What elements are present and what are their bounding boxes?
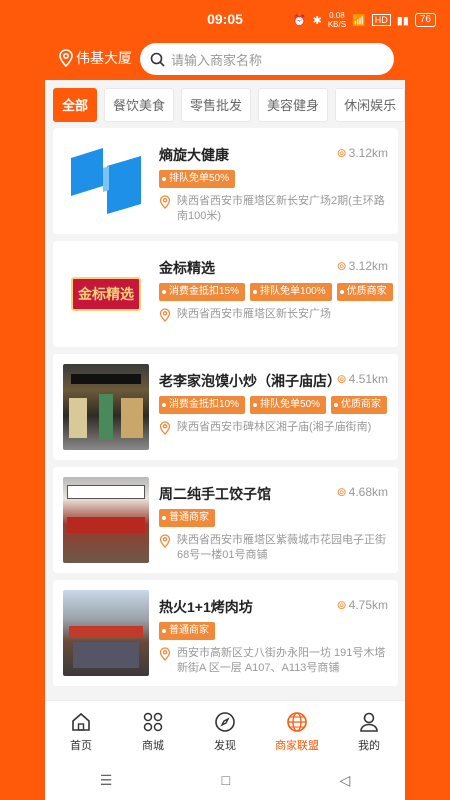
back-triangle-icon[interactable]: ◁ — [340, 772, 351, 789]
merchant-distance: ⊚ 3.12km — [336, 259, 388, 273]
merchant-address: 陕西省西安市雁塔区紫薇城市花园电子正街68号一楼01号商铺 — [159, 533, 387, 563]
merchant-tag: 排队免单100% — [250, 283, 332, 301]
merchant-card[interactable]: 周二纯手工饺子馆 ⊚ 4.68km 普通商家 陕西省西安市雁塔区紫薇城市花园电子… — [53, 467, 398, 573]
logo-text: 金标精选 — [71, 277, 141, 311]
menu-icon[interactable]: ☰ — [100, 772, 113, 789]
distance-icon: ⊚ — [336, 259, 347, 273]
merchant-card[interactable]: 热火1+1烤肉坊 ⊚ 4.75km 普通商家 西安市高新区丈八街办永阳一坊 19… — [53, 580, 398, 686]
address-pin-icon — [159, 647, 171, 661]
address-pin-icon — [159, 195, 171, 209]
merchant-tag: 消费金抵扣15% — [159, 283, 246, 301]
battery-indicator: 76 — [414, 13, 436, 27]
merchant-tag: 优质商家 — [331, 396, 388, 414]
address-pin-icon — [159, 308, 171, 322]
home-square-icon[interactable]: □ — [222, 772, 230, 788]
category-tab-leisure[interactable]: 休闲娱乐 — [335, 88, 405, 122]
distance-icon: ⊚ — [336, 146, 347, 160]
merchant-distance: ⊚ 3.12km — [336, 146, 388, 160]
merchant-address: 西安市高新区丈八街办永阳一坊 191号木塔新街A 区一层 A107、A113号商… — [159, 646, 387, 676]
address-pin-icon — [159, 534, 171, 548]
network-speed: 0.08 KB/S — [327, 11, 347, 29]
merchant-tag: 普通商家 — [159, 509, 215, 527]
location-pin-icon — [59, 49, 73, 67]
wifi-icon: 📶 — [352, 14, 366, 27]
merchant-name: 老李家泡馍小炒（湘子庙店） — [159, 373, 341, 389]
search-input[interactable]: 请输入商家名称 — [140, 43, 394, 75]
category-tab-beauty[interactable]: 美容健身 — [258, 88, 329, 122]
distance-icon: ⊚ — [336, 372, 347, 386]
tab-merchant-alliance[interactable]: 商家联盟 — [261, 701, 333, 760]
merchant-address: 陕西省西安市雁塔区新长安广场2期(主环路南100米) — [159, 194, 387, 224]
merchant-logo — [63, 138, 149, 224]
merchant-distance: ⊚ 4.51km — [336, 372, 388, 386]
merchant-name: 周二纯手工饺子馆 — [159, 486, 271, 502]
merchant-tags: 消费金抵扣15% 排队免单100% 优质商家 — [159, 283, 393, 301]
search-icon — [150, 52, 165, 67]
merchant-tags: 消费金抵扣10% 排队免单50% 优质商家 — [159, 396, 388, 414]
merchant-address: 陕西省西安市雁塔区新长安广场 — [159, 307, 387, 322]
hd-badge: HD — [371, 14, 391, 26]
status-bar: 09:05 ⏰ ✱ 0.08 KB/S 📶 HD ▮▮ 76 — [0, 0, 450, 40]
merchant-tag: 排队免单50% — [159, 170, 236, 188]
tab-home[interactable]: 首页 — [45, 701, 117, 760]
category-tab-all[interactable]: 全部 — [53, 88, 98, 122]
merchant-card[interactable]: 熵旋大健康 ⊚ 3.12km 排队免单50% 陕西省西安市雁塔区新长安广场2期(… — [53, 128, 398, 234]
merchant-name: 金标精选 — [159, 260, 215, 276]
merchant-tags: 排队免单50% — [159, 170, 236, 188]
merchant-card[interactable]: 金标精选 金标精选 ⊚ 3.12km 消费金抵扣15% 排队免单100% 优质商… — [53, 241, 398, 347]
merchant-photo — [63, 477, 149, 563]
globe-icon — [287, 712, 307, 732]
category-tab-food[interactable]: 餐饮美食 — [104, 88, 175, 122]
merchant-card[interactable]: 老李家泡馍小炒（湘子庙店） ⊚ 4.51km 消费金抵扣10% 排队免单50% … — [53, 354, 398, 460]
phone-screen: 09:05 ⏰ ✱ 0.08 KB/S 📶 HD ▮▮ 76 伟基大厦 请输入商… — [0, 0, 450, 800]
merchant-tag: 排队免单50% — [250, 396, 327, 414]
merchant-photo — [63, 590, 149, 676]
merchant-tags: 普通商家 — [159, 509, 215, 527]
merchant-distance: ⊚ 4.68km — [336, 485, 388, 499]
search-placeholder: 请输入商家名称 — [171, 52, 263, 68]
merchant-address: 陕西省西安市碑林区湘子庙(湘子庙街南) — [159, 420, 387, 435]
bottom-tab-bar: 首页 商城 发现 商家联盟 我的 — [45, 700, 405, 760]
alarm-icon: ⏰ — [292, 14, 307, 27]
distance-icon: ⊚ — [336, 485, 347, 499]
home-icon — [72, 712, 90, 731]
merchant-list-panel: 全部 餐饮美食 零售批发 美容健身 休闲娱乐 熵旋大健康 ⊚ 3.12km 排队… — [45, 80, 405, 760]
status-icons: ⏰ ✱ 0.08 KB/S 📶 HD ▮▮ 76 — [293, 11, 436, 29]
bluetooth-icon: ✱ — [312, 14, 322, 27]
category-tab-retail[interactable]: 零售批发 — [181, 88, 252, 122]
merchant-tag: 消费金抵扣10% — [159, 396, 246, 414]
tab-mall[interactable]: 商城 — [117, 701, 189, 760]
system-navigation-bar: ☰ □ ◁ — [45, 760, 405, 800]
compass-icon — [215, 712, 235, 732]
category-tabs: 全部 餐饮美食 零售批发 美容健身 休闲娱乐 — [53, 88, 405, 122]
merchant-photo — [63, 364, 149, 450]
merchant-distance: ⊚ 4.75km — [336, 598, 388, 612]
mall-grid-icon — [143, 712, 163, 732]
tab-discover[interactable]: 发现 — [189, 701, 261, 760]
top-bar: 伟基大厦 请输入商家名称 — [0, 40, 450, 80]
merchant-tag: 优质商家 — [336, 283, 393, 301]
location-selector[interactable]: 伟基大厦 — [58, 48, 132, 68]
user-icon — [360, 712, 378, 732]
signal-icon: ▮▮ — [396, 14, 409, 27]
merchant-tags: 普通商家 — [159, 622, 215, 640]
location-label: 伟基大厦 — [76, 50, 132, 66]
merchant-tag: 普通商家 — [159, 622, 215, 640]
distance-icon: ⊚ — [336, 598, 347, 612]
merchant-name: 熵旋大健康 — [159, 147, 229, 163]
address-pin-icon — [159, 421, 171, 435]
merchant-name: 热火1+1烤肉坊 — [159, 599, 253, 615]
tab-profile[interactable]: 我的 — [333, 701, 405, 760]
merchant-logo: 金标精选 — [63, 251, 149, 337]
